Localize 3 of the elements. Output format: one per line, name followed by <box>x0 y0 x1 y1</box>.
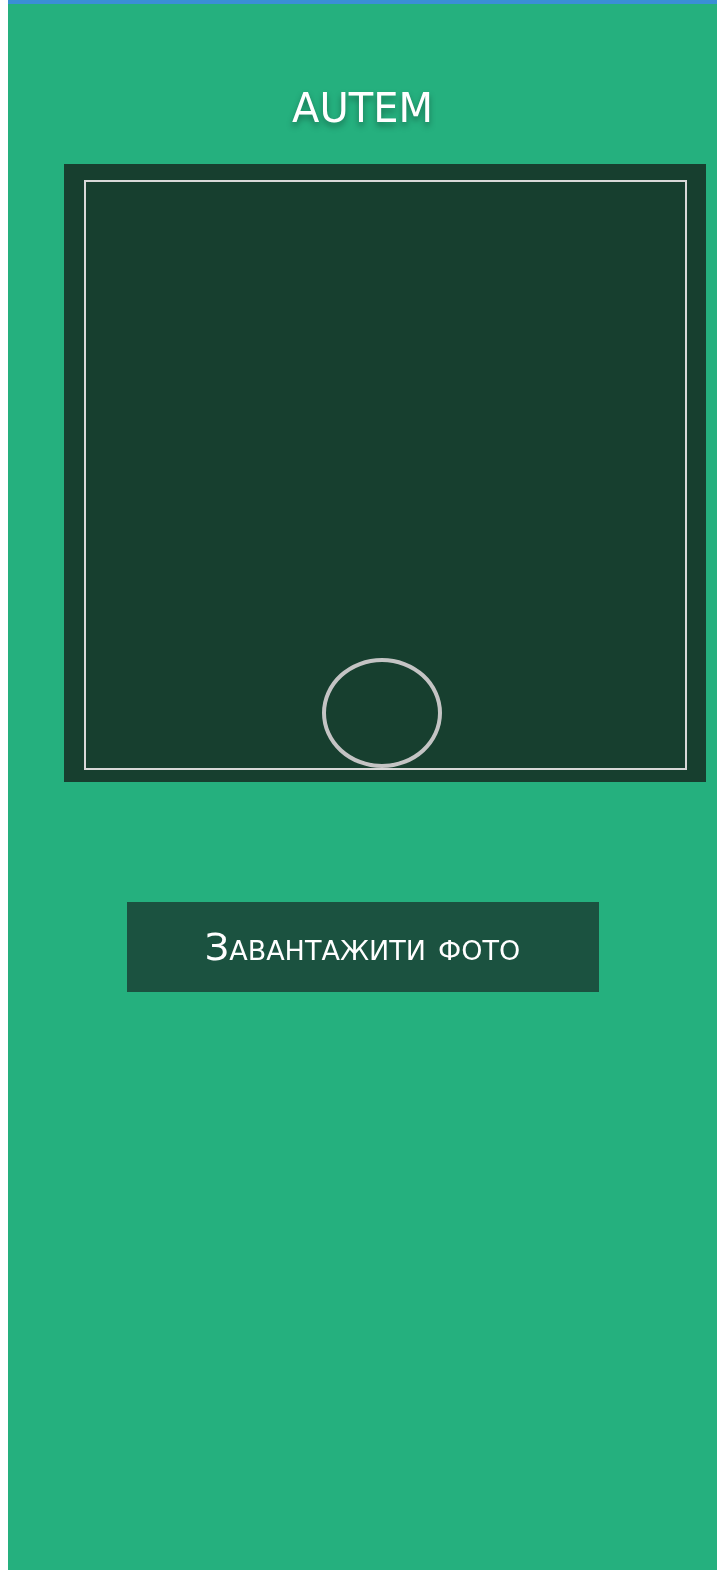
shutter-button[interactable] <box>322 658 442 768</box>
app-title: AUTEM <box>292 84 433 133</box>
upload-photo-button[interactable]: Завантажити фото <box>126 902 599 992</box>
